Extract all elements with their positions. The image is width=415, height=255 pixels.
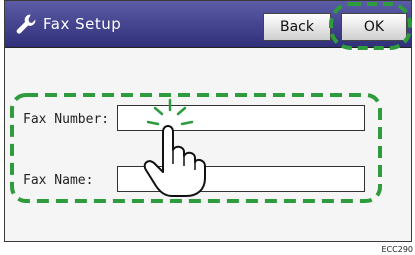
- tap-rays: [146, 98, 194, 126]
- ok-highlight: [329, 2, 412, 50]
- annotation-overlay: [10, 2, 412, 203]
- figure-code: ECC290: [381, 245, 414, 254]
- hand-pointer-icon: [143, 125, 206, 197]
